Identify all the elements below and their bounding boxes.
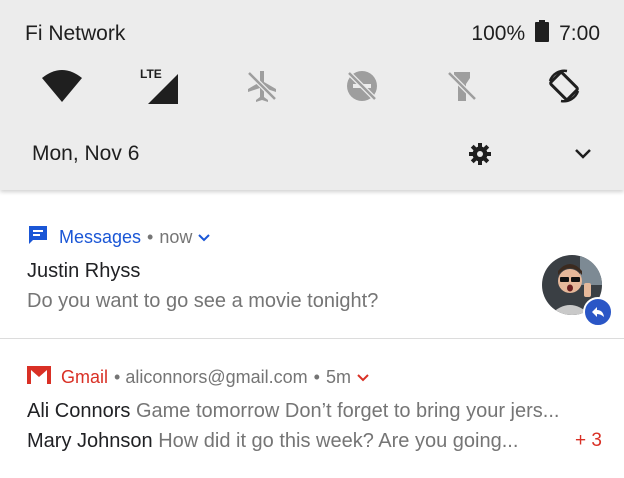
notification-text: Do you want to go see a movie tonight?	[27, 290, 379, 312]
date-label: Mon, Nov 6	[32, 142, 140, 165]
notification-title: Justin Rhyss	[27, 260, 141, 282]
messages-app-icon	[27, 224, 49, 251]
sender-name: Mary Johnson	[27, 430, 153, 452]
more-messages-count: + 3	[575, 430, 602, 451]
clock: 7:00	[559, 22, 600, 45]
status-bar: Fi Network 100% 7:00	[25, 20, 600, 48]
do-not-disturb-off-icon[interactable]	[338, 62, 386, 110]
header-separator: •	[313, 367, 320, 387]
quick-settings-shade: Fi Network 100% 7:00 LTE Mon, Nov 6	[0, 0, 624, 190]
battery-percent: 100%	[471, 22, 526, 45]
expand-chevron-icon[interactable]	[574, 148, 592, 160]
header-separator: •	[147, 227, 154, 247]
expand-chevron-icon[interactable]	[198, 233, 211, 242]
notification-time: now	[159, 227, 193, 247]
lte-signal-icon[interactable]: LTE	[138, 62, 186, 110]
quick-settings-tiles: LTE	[0, 62, 624, 112]
notification-header: Gmail • aliconnors@gmail.com • 5m	[27, 366, 369, 389]
reply-badge-icon[interactable]	[583, 297, 613, 327]
messages-notification[interactable]: Messages • now Justin Rhyss Do you want …	[0, 190, 624, 339]
settings-gear-icon[interactable]	[468, 142, 492, 166]
battery-icon	[535, 20, 550, 48]
app-name: Gmail	[61, 367, 109, 387]
message-snippet: How did it go this week? Are you going..…	[158, 430, 519, 452]
notification-header: Messages • now	[27, 224, 211, 251]
airplane-mode-off-icon[interactable]	[238, 62, 286, 110]
carrier-name: Fi Network	[25, 22, 126, 45]
list-item: Ali Connors Game tomorrow Don’t forget t…	[27, 400, 559, 423]
header-separator: •	[114, 367, 121, 387]
sender-name: Ali Connors	[27, 400, 131, 422]
message-snippet: Game tomorrow Don’t forget to bring your…	[135, 400, 560, 422]
account-email: aliconnors@gmail.com	[125, 367, 308, 387]
lte-label: LTE	[140, 67, 162, 81]
expand-chevron-icon[interactable]	[357, 373, 369, 382]
notification-time: 5m	[325, 367, 351, 387]
list-item: Mary Johnson How did it go this week? Ar…	[27, 430, 518, 453]
status-right: 100% 7:00	[471, 20, 600, 48]
wifi-icon[interactable]	[38, 62, 86, 110]
flashlight-off-icon[interactable]	[438, 62, 486, 110]
auto-rotate-icon[interactable]	[540, 62, 588, 110]
gmail-app-icon	[27, 366, 51, 389]
app-name: Messages	[59, 227, 142, 247]
date-row: Mon, Nov 6	[32, 136, 592, 172]
gmail-notification[interactable]: Gmail • aliconnors@gmail.com • 5m Ali Co…	[0, 339, 624, 478]
